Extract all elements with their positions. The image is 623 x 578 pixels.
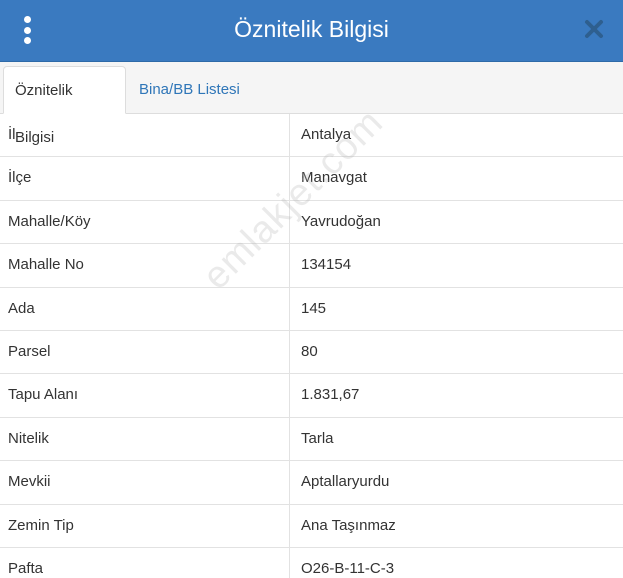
close-icon[interactable] — [583, 18, 605, 40]
attribute-key: Nitelik — [0, 417, 290, 461]
attribute-value: Aptallaryurdu — [301, 473, 390, 491]
attribute-key: Mahalle/Köy — [0, 200, 290, 244]
attribute-key: Tapu Alanı — [0, 374, 290, 417]
dialog-title: Öznitelik Bilgisi — [234, 16, 389, 42]
attribute-key: Parsel — [0, 330, 290, 374]
attribute-value: 134154 — [301, 256, 352, 274]
tab-building-list[interactable]: Bina/BB Listesi — [128, 66, 251, 113]
dialog-header: Öznitelik Bilgisi — [0, 0, 623, 62]
tab-attribute-info[interactable]: Öznitelik Bilgisi — [3, 66, 126, 146]
attribute-key: İlçe — [0, 157, 290, 200]
table-row: Nitelik Tarla — [0, 417, 623, 462]
attribute-value: Antalya — [301, 126, 352, 143]
table-row: Mahalle No 134154 — [0, 244, 623, 288]
table-row: Parsel 80 — [0, 330, 623, 375]
tab-bar: Öznitelik Bilgisi Bina/BB Listesi — [0, 62, 623, 146]
attribute-value: Yavrudoğan — [301, 212, 381, 230]
attribute-value: 1.831,67 — [301, 386, 360, 404]
table-row: Pafta O26-B-11-C-3 — [0, 547, 623, 578]
table-row: İl Antalya — [0, 114, 623, 158]
table-row: Mevkii Aptallaryurdu — [0, 461, 623, 505]
table-row: Tapu Alanı 1.831,67 — [0, 374, 623, 418]
attribute-value: 80 — [301, 342, 318, 360]
attribute-info-dialog: Öznitelik Bilgisi Öznitelik Bilgisi Bina… — [0, 0, 623, 578]
attribute-key: Ada — [0, 287, 290, 330]
table-row: Zemin Tip Ana Taşınmaz — [0, 504, 623, 548]
attribute-key: Mevkii — [0, 461, 290, 504]
table-row: Ada 145 — [0, 287, 623, 331]
table-row: Mahalle/Köy Yavrudoğan — [0, 200, 623, 245]
attribute-key: Pafta — [0, 547, 290, 578]
table-row: İlçe Manavgat — [0, 157, 623, 201]
attribute-value: Tarla — [301, 429, 334, 447]
attribute-value: Ana Taşınmaz — [301, 516, 396, 534]
attribute-table: İl Antalya İlçe Manavgat Mahalle/Köy Yavrudoğ… — [0, 114, 623, 578]
attribute-value: O26-B-11-C-3 — [301, 559, 395, 577]
attribute-value: Manavgat — [301, 169, 367, 187]
attribute-value: 145 — [301, 299, 327, 317]
attribute-key: Zemin Tip — [0, 504, 290, 547]
attribute-key: İl — [0, 114, 290, 157]
attribute-key: Mahalle No — [0, 244, 290, 287]
